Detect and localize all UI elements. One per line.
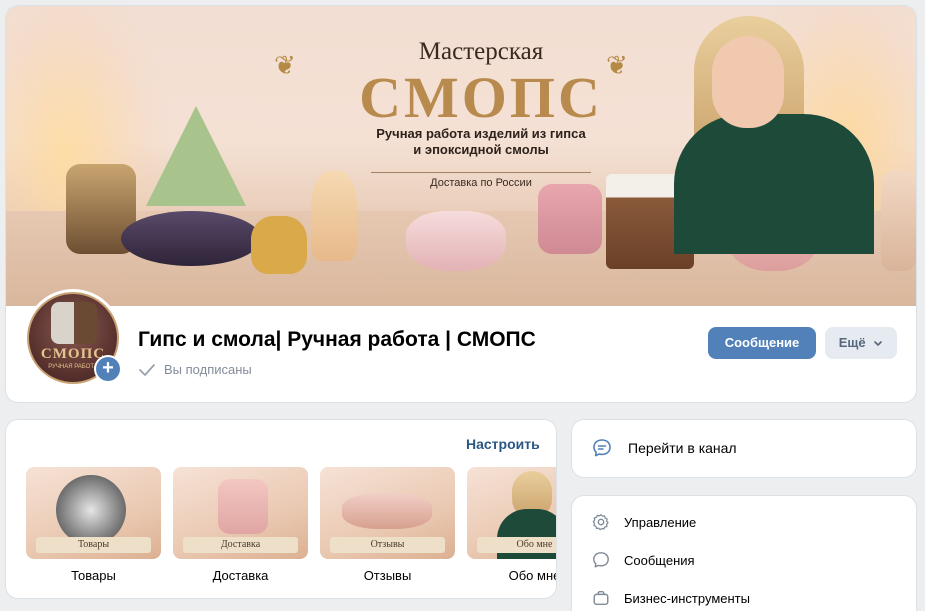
- cover-subtitle: Ручная работа изделий из гипса и эпоксид…: [326, 126, 636, 158]
- cover-owl-figure: [251, 216, 307, 274]
- configure-link[interactable]: Настроить: [466, 436, 540, 452]
- plus-icon: +: [96, 357, 120, 381]
- showcase-tile-badge: Обо мне: [477, 537, 556, 553]
- menu-item-business-tools[interactable]: Бизнес-инструменты: [592, 589, 750, 607]
- cover-person-photo: [674, 16, 874, 254]
- showcase-tile-image: Обо мне: [467, 467, 556, 559]
- showcase-tile-delivery[interactable]: Доставка Доставка: [173, 467, 308, 583]
- showcase-tile-image: Отзывы: [320, 467, 455, 559]
- showcase-tile-badge: Товары: [36, 537, 151, 553]
- cover-title-line2: СМОПС: [359, 65, 603, 130]
- showcase-tile-badge: Отзывы: [330, 537, 445, 553]
- showcase-tile-caption: Обо мне: [508, 568, 556, 583]
- cover-lotus-candle: [406, 211, 506, 271]
- subscription-status-label: Вы подписаны: [164, 362, 252, 377]
- cover-succulent-pot: [538, 184, 602, 254]
- more-button-label: Ещё: [838, 335, 866, 350]
- menu-item-label: Управление: [624, 514, 697, 530]
- cover-vase: [881, 171, 916, 271]
- checkmark-icon: [139, 363, 155, 376]
- admin-menu: Управление Сообщения Бизнес-инструменты: [572, 496, 916, 611]
- message-button[interactable]: Сообщение: [708, 327, 816, 359]
- showcase-tile-caption: Отзывы: [363, 568, 412, 583]
- showcase-tile-reviews[interactable]: Отзывы Отзывы: [320, 467, 455, 583]
- showcase-tile-caption: Доставка: [212, 568, 269, 583]
- page-title: Гипс и смола| Ручная работа | СМОПС: [138, 328, 536, 351]
- menu-item-label: Бизнес-инструменты: [624, 590, 750, 606]
- showcase-tile-caption: Товары: [71, 568, 116, 583]
- avatar-photo: [51, 302, 97, 344]
- message-icon: [593, 552, 609, 568]
- showcase-tiles: Товары Товары Доставка Доставка Отзывы О…: [26, 467, 556, 592]
- cover-subtitle-line2: и эпоксидной смолы: [413, 142, 549, 157]
- cover-delivery-text: Доставка по России: [430, 177, 532, 189]
- showcase-tile-about[interactable]: Обо мне Обо мне: [467, 467, 556, 583]
- gear-icon: [592, 513, 609, 531]
- left-sprig-icon: ❦: [274, 50, 296, 80]
- chevron-down-icon: [874, 340, 883, 346]
- channel-label: Перейти в канал: [628, 440, 737, 456]
- cover-subtitle-line1: Ручная работа изделий из гипса: [376, 126, 586, 141]
- cover-whale-figure: [121, 211, 261, 266]
- menu-item-messages[interactable]: Сообщения: [592, 551, 695, 569]
- menu-item-label: Сообщения: [624, 552, 695, 568]
- showcase-tile-image: Доставка: [173, 467, 308, 559]
- chat-bubble-icon: [593, 439, 611, 457]
- cover-christmas-tree: [146, 106, 246, 206]
- change-avatar-button[interactable]: +: [94, 355, 122, 383]
- cover-image: ❦ ❦ Мастерская СМОПС Ручная работа издел…: [6, 6, 916, 306]
- community-header: ❦ ❦ Мастерская СМОПС Ручная работа издел…: [6, 6, 916, 402]
- showcase-tile-products[interactable]: Товары Товары: [26, 467, 161, 583]
- showcase-section: Настроить Товары Товары Доставка Доставк…: [6, 420, 556, 598]
- showcase-tile-badge: Доставка: [183, 537, 298, 553]
- subscription-status[interactable]: Вы подписаны: [138, 362, 252, 377]
- cover-title-line1: Мастерская: [418, 38, 544, 65]
- go-to-channel-button[interactable]: Перейти в канал: [572, 420, 916, 477]
- showcase-tile-image: Товары: [26, 467, 161, 559]
- channel-row: Перейти в канал: [592, 438, 737, 458]
- more-button[interactable]: Ещё: [825, 327, 897, 359]
- briefcase-icon: [593, 590, 609, 606]
- cover-divider: [371, 172, 591, 173]
- menu-item-management[interactable]: Управление: [592, 513, 696, 531]
